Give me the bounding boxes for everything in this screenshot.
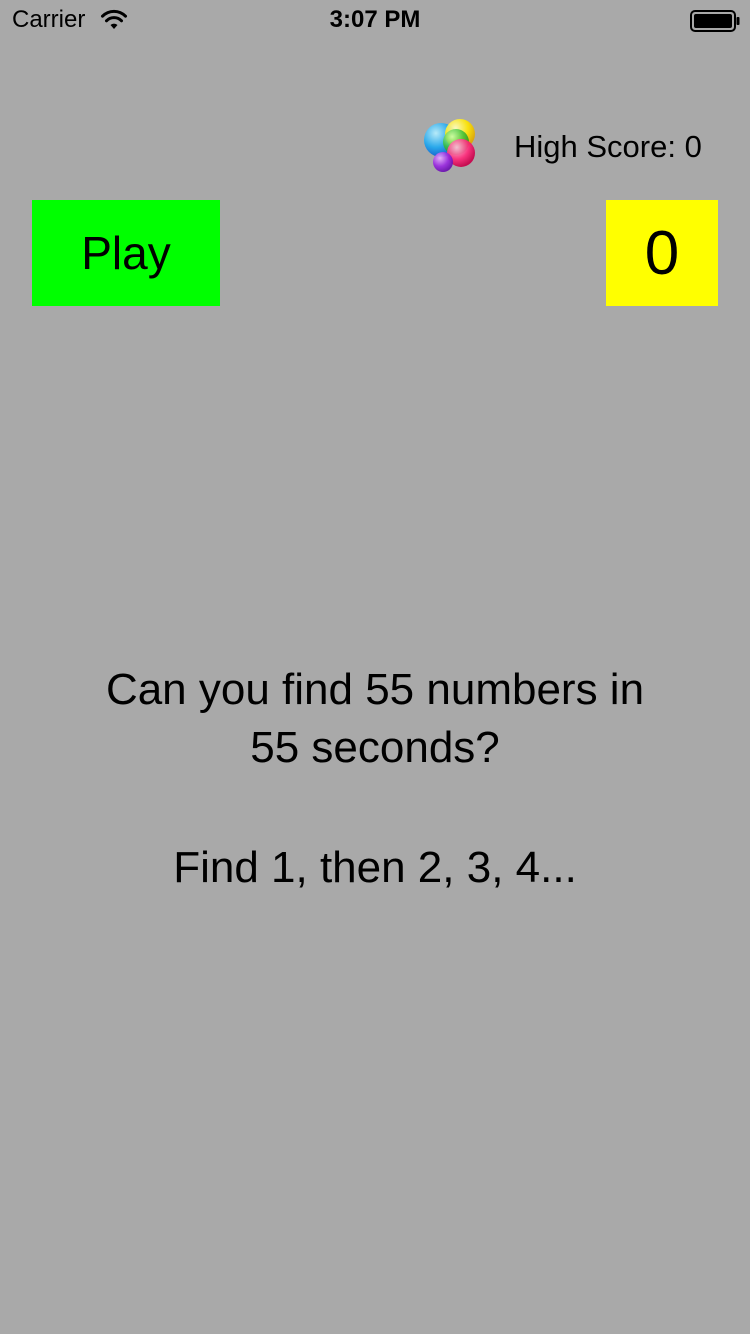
status-bar: Carrier 3:07 PM — [0, 0, 750, 40]
instruction-line-1: Can you find 55 numbers in — [105, 665, 645, 714]
current-score-display: 0 — [606, 200, 718, 306]
battery-full-icon — [690, 10, 740, 32]
instruction-line-3: Find 1, then 2, 3, 4... — [173, 843, 577, 892]
game-center-icon[interactable] — [421, 117, 479, 175]
high-score-label: High Score: 0 — [514, 129, 702, 164]
play-button[interactable]: Play — [32, 200, 220, 306]
current-score-value: 0 — [644, 218, 680, 288]
instruction-line-2: 55 seconds? — [250, 723, 500, 772]
clock-time: 3:07 PM — [329, 6, 421, 33]
play-button-label: Play — [81, 227, 171, 279]
